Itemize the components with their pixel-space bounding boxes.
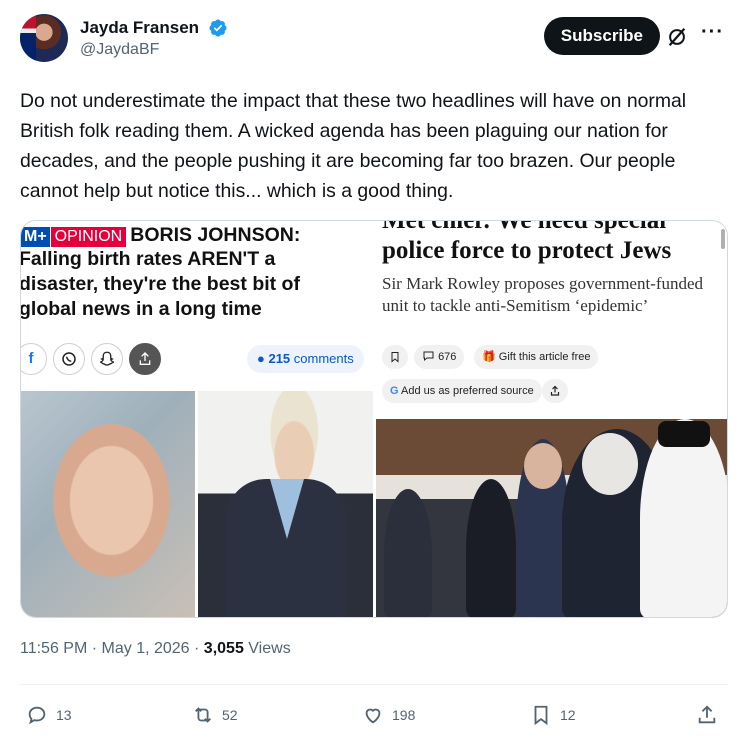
gift-article-chip[interactable]: 🎁 Gift this article free — [474, 345, 599, 369]
author-block: Jayda Fransen @JaydaBF — [80, 18, 228, 59]
headline-line-1: BORIS JOHNSON: — [130, 224, 301, 246]
facebook-icon[interactable]: f — [21, 343, 47, 375]
bookmark-button[interactable]: 12 — [530, 700, 576, 730]
more-options-icon[interactable]: ··· — [701, 22, 724, 42]
tweet-text: Do not underestimate the impact that the… — [20, 90, 687, 202]
dm-social-bar: f ● 215 comments — [21, 341, 373, 381]
opinion-label: OPINION — [50, 227, 127, 247]
comments-count-pill[interactable]: ● 215 comments — [247, 345, 364, 373]
gift-label: Gift this article free — [498, 351, 591, 363]
tweet-meta: 11:56 PM · May 1, 2026 · 3,055 Views — [20, 640, 291, 658]
tweet-media[interactable]: M+ OPINION BORIS JOHNSON: Falling birth ra… — [20, 220, 728, 618]
reply-button[interactable]: 13 — [26, 700, 72, 730]
dm-headline-block: M+ OPINION BORIS JOHNSON: Falling birth ra… — [21, 224, 373, 322]
met-headline: police force to protect Jews — [382, 237, 672, 264]
headline-line-4: global news in a long time — [21, 298, 262, 320]
subscribe-button[interactable]: Subscribe — [543, 17, 660, 55]
snapchat-icon[interactable] — [91, 343, 123, 375]
author-display-name[interactable]: Jayda Fransen — [80, 18, 199, 38]
share-icon[interactable] — [129, 343, 161, 375]
repost-icon — [195, 707, 211, 723]
share-button[interactable] — [696, 700, 726, 730]
repost-button[interactable]: 52 — [192, 700, 238, 730]
verified-badge-icon — [208, 19, 227, 37]
media-right-screenshot[interactable]: Met chief: We need special police force … — [376, 221, 727, 617]
google-icon: G — [390, 385, 399, 397]
whatsapp-icon[interactable] — [53, 343, 85, 375]
headline-line-2: Falling birth rates AREN'T a — [21, 248, 276, 270]
union-flag-icon — [20, 14, 36, 62]
views-count: 3,055 — [203, 640, 244, 657]
baby-photo — [21, 391, 195, 617]
comments-label: comments — [293, 351, 354, 366]
comment-count: 676 — [438, 351, 457, 363]
tweet-date[interactable]: May 1, 2026 — [102, 640, 190, 657]
heart-icon — [365, 708, 381, 724]
reply-count: 13 — [56, 707, 72, 723]
meta-separator: · — [189, 640, 204, 657]
reply-icon — [28, 706, 46, 725]
boris-johnson-photo — [198, 391, 373, 617]
google-preferred-source-chip[interactable]: G Add us as preferred source — [382, 379, 542, 403]
repost-count: 52 — [222, 707, 238, 723]
grok-icon[interactable] — [666, 26, 688, 48]
tweet-time[interactable]: 11:56 PM — [20, 640, 87, 657]
meta-separator: · — [87, 640, 102, 657]
views-label: Views — [248, 640, 291, 657]
avatar[interactable] — [20, 14, 68, 62]
dm-logo: M+ — [21, 227, 50, 247]
like-count: 198 — [392, 707, 416, 723]
media-left-screenshot[interactable]: M+ OPINION BORIS JOHNSON: Falling birth ra… — [21, 221, 373, 617]
bookmark-icon — [534, 705, 548, 726]
gift-icon: 🎁 — [482, 351, 496, 363]
scrollbar — [721, 229, 725, 249]
bookmark-icon[interactable] — [382, 345, 408, 369]
google-label: Add us as preferred source — [401, 385, 534, 397]
met-subheadline: Sir Mark Rowley proposes government-fund… — [382, 274, 704, 315]
cut-headline: Met chief: We need special — [382, 221, 666, 235]
action-bar: 13 52 198 12 — [20, 700, 730, 730]
bookmark-count: 12 — [560, 707, 576, 723]
comment-bubble-icon: ● — [257, 351, 269, 366]
divider — [20, 684, 728, 685]
tweet-header: Jayda Fransen @JaydaBF Subscribe ··· — [20, 14, 730, 70]
share-icon — [698, 705, 716, 724]
headline-line-3: disaster, they're the best bit of — [21, 273, 300, 295]
share-icon[interactable] — [542, 379, 568, 403]
comments-count: 215 — [268, 351, 291, 366]
author-handle[interactable]: @JaydaBF — [80, 41, 228, 59]
like-button[interactable]: 198 — [362, 700, 415, 730]
comment-count-chip[interactable]: 676 — [414, 345, 465, 369]
starmer-met-photo — [376, 419, 727, 617]
